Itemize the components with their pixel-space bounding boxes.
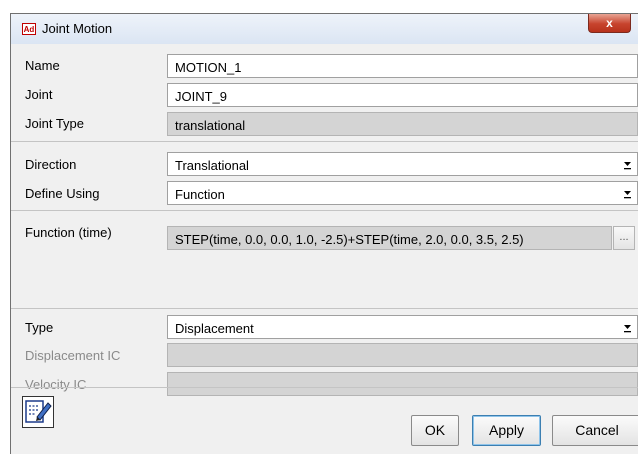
define-using-label: Define Using — [25, 186, 100, 201]
displacement-ic-field — [167, 343, 638, 367]
window-title: Joint Motion — [42, 21, 113, 36]
type-select[interactable]: Displacement — [167, 315, 638, 339]
name-value: MOTION_1 — [175, 60, 242, 75]
close-icon[interactable]: x — [588, 14, 631, 33]
joint-field[interactable]: JOINT_9 — [167, 83, 638, 107]
cancel-button[interactable]: Cancel — [552, 415, 638, 446]
joint-type-field: translational — [167, 112, 638, 136]
dropdown-arrow-icon — [624, 191, 631, 199]
direction-value: Translational — [175, 158, 249, 173]
direction-select[interactable]: Translational — [167, 152, 638, 176]
function-field[interactable]: STEP(time, 0.0, 0.0, 1.0, -2.5)+STEP(tim… — [167, 226, 612, 250]
separator — [11, 308, 638, 309]
type-label: Type — [25, 320, 54, 335]
footer — [11, 387, 638, 454]
separator — [11, 210, 638, 211]
joint-type-value: translational — [175, 118, 246, 133]
separator — [11, 141, 638, 142]
define-using-select[interactable]: Function — [167, 181, 638, 205]
type-value: Displacement — [175, 321, 254, 336]
joint-label: Joint — [25, 87, 53, 102]
app-icon: Ad — [22, 23, 36, 35]
direction-label: Direction — [25, 157, 77, 172]
function-label: Function (time) — [25, 225, 112, 240]
name-label: Name — [25, 58, 60, 73]
function-value: STEP(time, 0.0, 0.0, 1.0, -2.5)+STEP(tim… — [175, 232, 524, 247]
edit-pencil-icon[interactable] — [22, 396, 54, 428]
dropdown-arrow-icon — [624, 162, 631, 170]
name-field[interactable]: MOTION_1 — [167, 54, 638, 78]
joint-motion-dialog: Ad Joint Motion x Name MOTION_1 Joint JO… — [10, 13, 638, 454]
define-using-value: Function — [175, 187, 225, 202]
displacement-ic-label: Displacement IC — [25, 348, 121, 363]
joint-type-label: Joint Type — [25, 116, 85, 131]
dropdown-arrow-icon — [624, 325, 631, 333]
ok-button[interactable]: OK — [411, 415, 459, 446]
function-browse-button[interactable]: ... — [613, 226, 635, 250]
apply-button[interactable]: Apply — [472, 415, 541, 446]
title-bar: Ad Joint Motion x — [11, 14, 638, 44]
joint-value: JOINT_9 — [175, 89, 228, 104]
